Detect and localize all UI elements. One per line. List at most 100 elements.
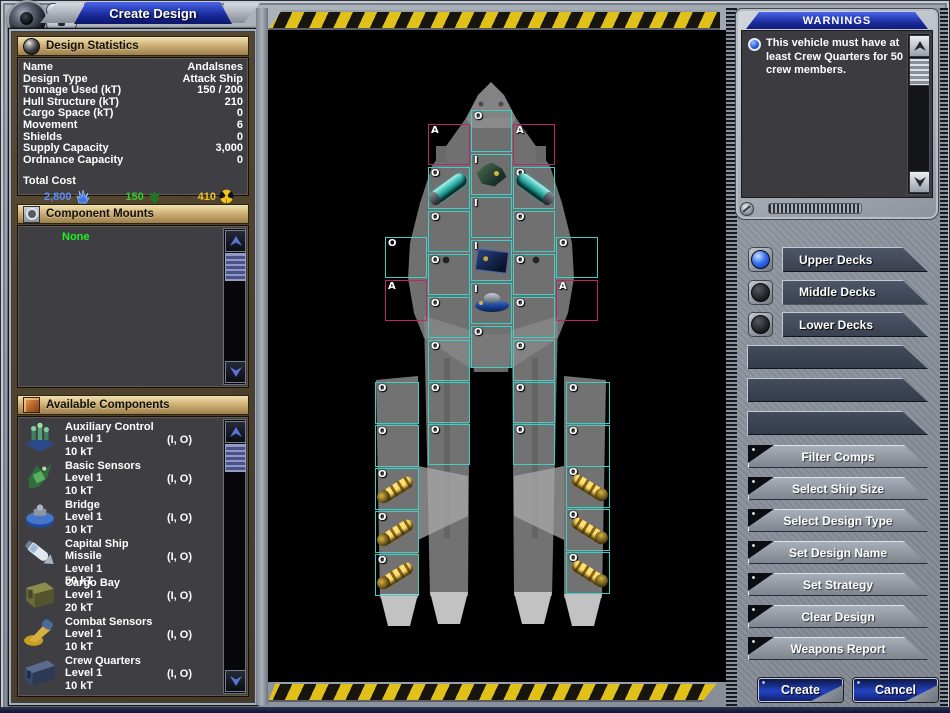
mounts-scrollbar[interactable] (223, 228, 246, 385)
arrow-down-icon (913, 176, 927, 188)
components-scrollbar[interactable] (223, 419, 246, 694)
component-list-item[interactable]: BridgeLevel 110 kT(I, O) (18, 497, 222, 536)
ship-slot-O[interactable]: O (513, 340, 555, 381)
component-list-item[interactable]: Basic SensorsLevel 110 kT(I, O) (18, 458, 222, 497)
select-ship-size-button[interactable]: Select Ship Size (748, 477, 928, 500)
mineral-crystal-icon (75, 189, 90, 204)
ship-slot-O[interactable]: O (566, 425, 610, 467)
ship-slot-O[interactable]: O (428, 254, 470, 295)
scroll-thumb[interactable] (225, 253, 246, 281)
scroll-down-button[interactable] (225, 670, 246, 692)
component-level: Level 1 (65, 563, 160, 575)
missile-right-component[interactable] (588, 573, 606, 579)
create-button[interactable]: Create (758, 678, 843, 702)
set-strategy-button[interactable]: Set Strategy (748, 573, 928, 596)
warnings-scrollbar[interactable] (907, 33, 930, 195)
component-slot-types: (I, O) (167, 590, 216, 602)
ship-slot-O[interactable]: O (428, 424, 470, 465)
component-level: Level 1 (65, 667, 160, 679)
ship-slot-O[interactable]: O (513, 297, 555, 338)
radioactive-icon (219, 189, 234, 204)
ship-slot-O[interactable]: O (566, 382, 610, 424)
component-list-item[interactable]: Capital Ship MissileLevel 150 kT(I, O) (18, 536, 222, 575)
component-list-item[interactable]: Crew QuartersLevel 110 kT(I, O) (18, 653, 222, 692)
empty-slot-button[interactable] (747, 411, 928, 435)
slot-letter: O (431, 383, 440, 394)
ship-slot-O[interactable]: O (375, 382, 419, 424)
ship-slot-O[interactable]: O (471, 110, 512, 152)
empty-slot-button[interactable] (747, 378, 928, 402)
deck-button-upper-decks[interactable]: Upper Decks (782, 247, 928, 272)
component-list-item[interactable]: Auxiliary ControlLevel 110 kT(I, O) (18, 419, 222, 458)
set-design-name-button[interactable]: Set Design Name (748, 541, 928, 564)
filter-comps-button[interactable]: Filter Comps (748, 445, 928, 468)
ship-slot-A[interactable]: A (385, 280, 427, 321)
component-name: Bridge (65, 499, 160, 511)
deck-radio-lower-decks[interactable] (748, 312, 773, 337)
mount-item[interactable]: None (18, 226, 248, 243)
blue-disc-component[interactable] (492, 304, 509, 313)
empty-slot-button[interactable] (747, 345, 928, 369)
ship-slot-O[interactable]: O (513, 211, 555, 252)
missile-right-component[interactable] (588, 487, 606, 493)
cost-value: 150 (125, 191, 143, 203)
deck-button-lower-decks[interactable]: Lower Decks (782, 312, 928, 337)
slot-letter: I (474, 155, 478, 166)
ship-slot-I[interactable]: I (471, 197, 512, 238)
deck-radio-middle-decks[interactable] (748, 280, 773, 305)
cancel-button[interactable]: Cancel (853, 678, 938, 702)
stat-label: Ordnance Capacity (23, 155, 123, 167)
component-text: Basic SensorsLevel 110 kT (65, 460, 160, 497)
scroll-up-button[interactable] (225, 230, 246, 252)
slot-letter: O (378, 512, 387, 523)
slot-letter: A (431, 125, 439, 136)
scroll-down-button[interactable] (225, 361, 246, 383)
ship-slot-O[interactable]: O (428, 297, 470, 338)
missile-left-component[interactable] (397, 575, 415, 581)
ship-slot-O[interactable]: O (428, 382, 470, 423)
sphere-icon (23, 38, 40, 55)
scroll-up-button[interactable] (225, 421, 246, 443)
window-bottom-edge (0, 707, 950, 713)
component-list-item[interactable]: Cargo BayLevel 120 kT(I, O) (18, 575, 222, 614)
ship-slot-O[interactable]: O (513, 254, 555, 295)
ship-slot-A[interactable]: A (428, 124, 470, 165)
stat-row: Ordnance Capacity0 (18, 155, 248, 167)
ship-slot-O[interactable]: O (385, 237, 427, 278)
ship-slot-O[interactable]: O (471, 326, 512, 368)
slot-letter: O (378, 383, 387, 394)
ship-slot-O[interactable]: O (556, 237, 598, 278)
missile-right-component[interactable] (588, 530, 606, 536)
ship-slot-O[interactable]: O (428, 211, 470, 252)
ship-slot-O[interactable]: O (428, 340, 470, 381)
ship-slot-O[interactable]: O (513, 424, 555, 465)
select-design-type-button[interactable]: Select Design Type (748, 509, 928, 532)
warnings-header: WARNINGS (746, 12, 928, 29)
ship-slot-A[interactable]: A (513, 124, 555, 165)
ship-slot-O[interactable]: O (375, 425, 419, 467)
weapons-report-button[interactable]: Weapons Report (748, 637, 928, 660)
scroll-thumb[interactable] (225, 444, 246, 472)
blue-panel-component[interactable] (492, 261, 508, 272)
ship-slot-O[interactable]: O (513, 382, 555, 423)
page-title-text: Create Design (109, 6, 196, 21)
scroll-down-button[interactable] (909, 171, 930, 193)
engine-left-component[interactable] (449, 188, 469, 195)
component-list-item[interactable]: Combat SensorsLevel 110 kT(I, O) (18, 614, 222, 653)
deck-button-middle-decks[interactable]: Middle Decks (782, 280, 928, 305)
clear-design-button[interactable]: Clear Design (748, 605, 928, 628)
slot-letter: A (516, 125, 524, 136)
slot-letter: O (378, 469, 387, 480)
engine-right-component[interactable] (534, 188, 554, 195)
missile-left-component[interactable] (397, 489, 415, 495)
sensor-cluster-component[interactable] (492, 175, 507, 187)
ship-slot-A[interactable]: A (556, 280, 598, 321)
missile-left-component[interactable] (397, 532, 415, 538)
mounts-list: None (18, 226, 248, 243)
stat-label: Movement (23, 120, 77, 132)
scroll-thumb[interactable] (909, 58, 930, 86)
scroll-up-button[interactable] (909, 35, 930, 57)
slot-letter: O (516, 212, 525, 223)
arrow-down-icon (229, 366, 243, 378)
deck-radio-upper-decks[interactable] (748, 247, 773, 272)
